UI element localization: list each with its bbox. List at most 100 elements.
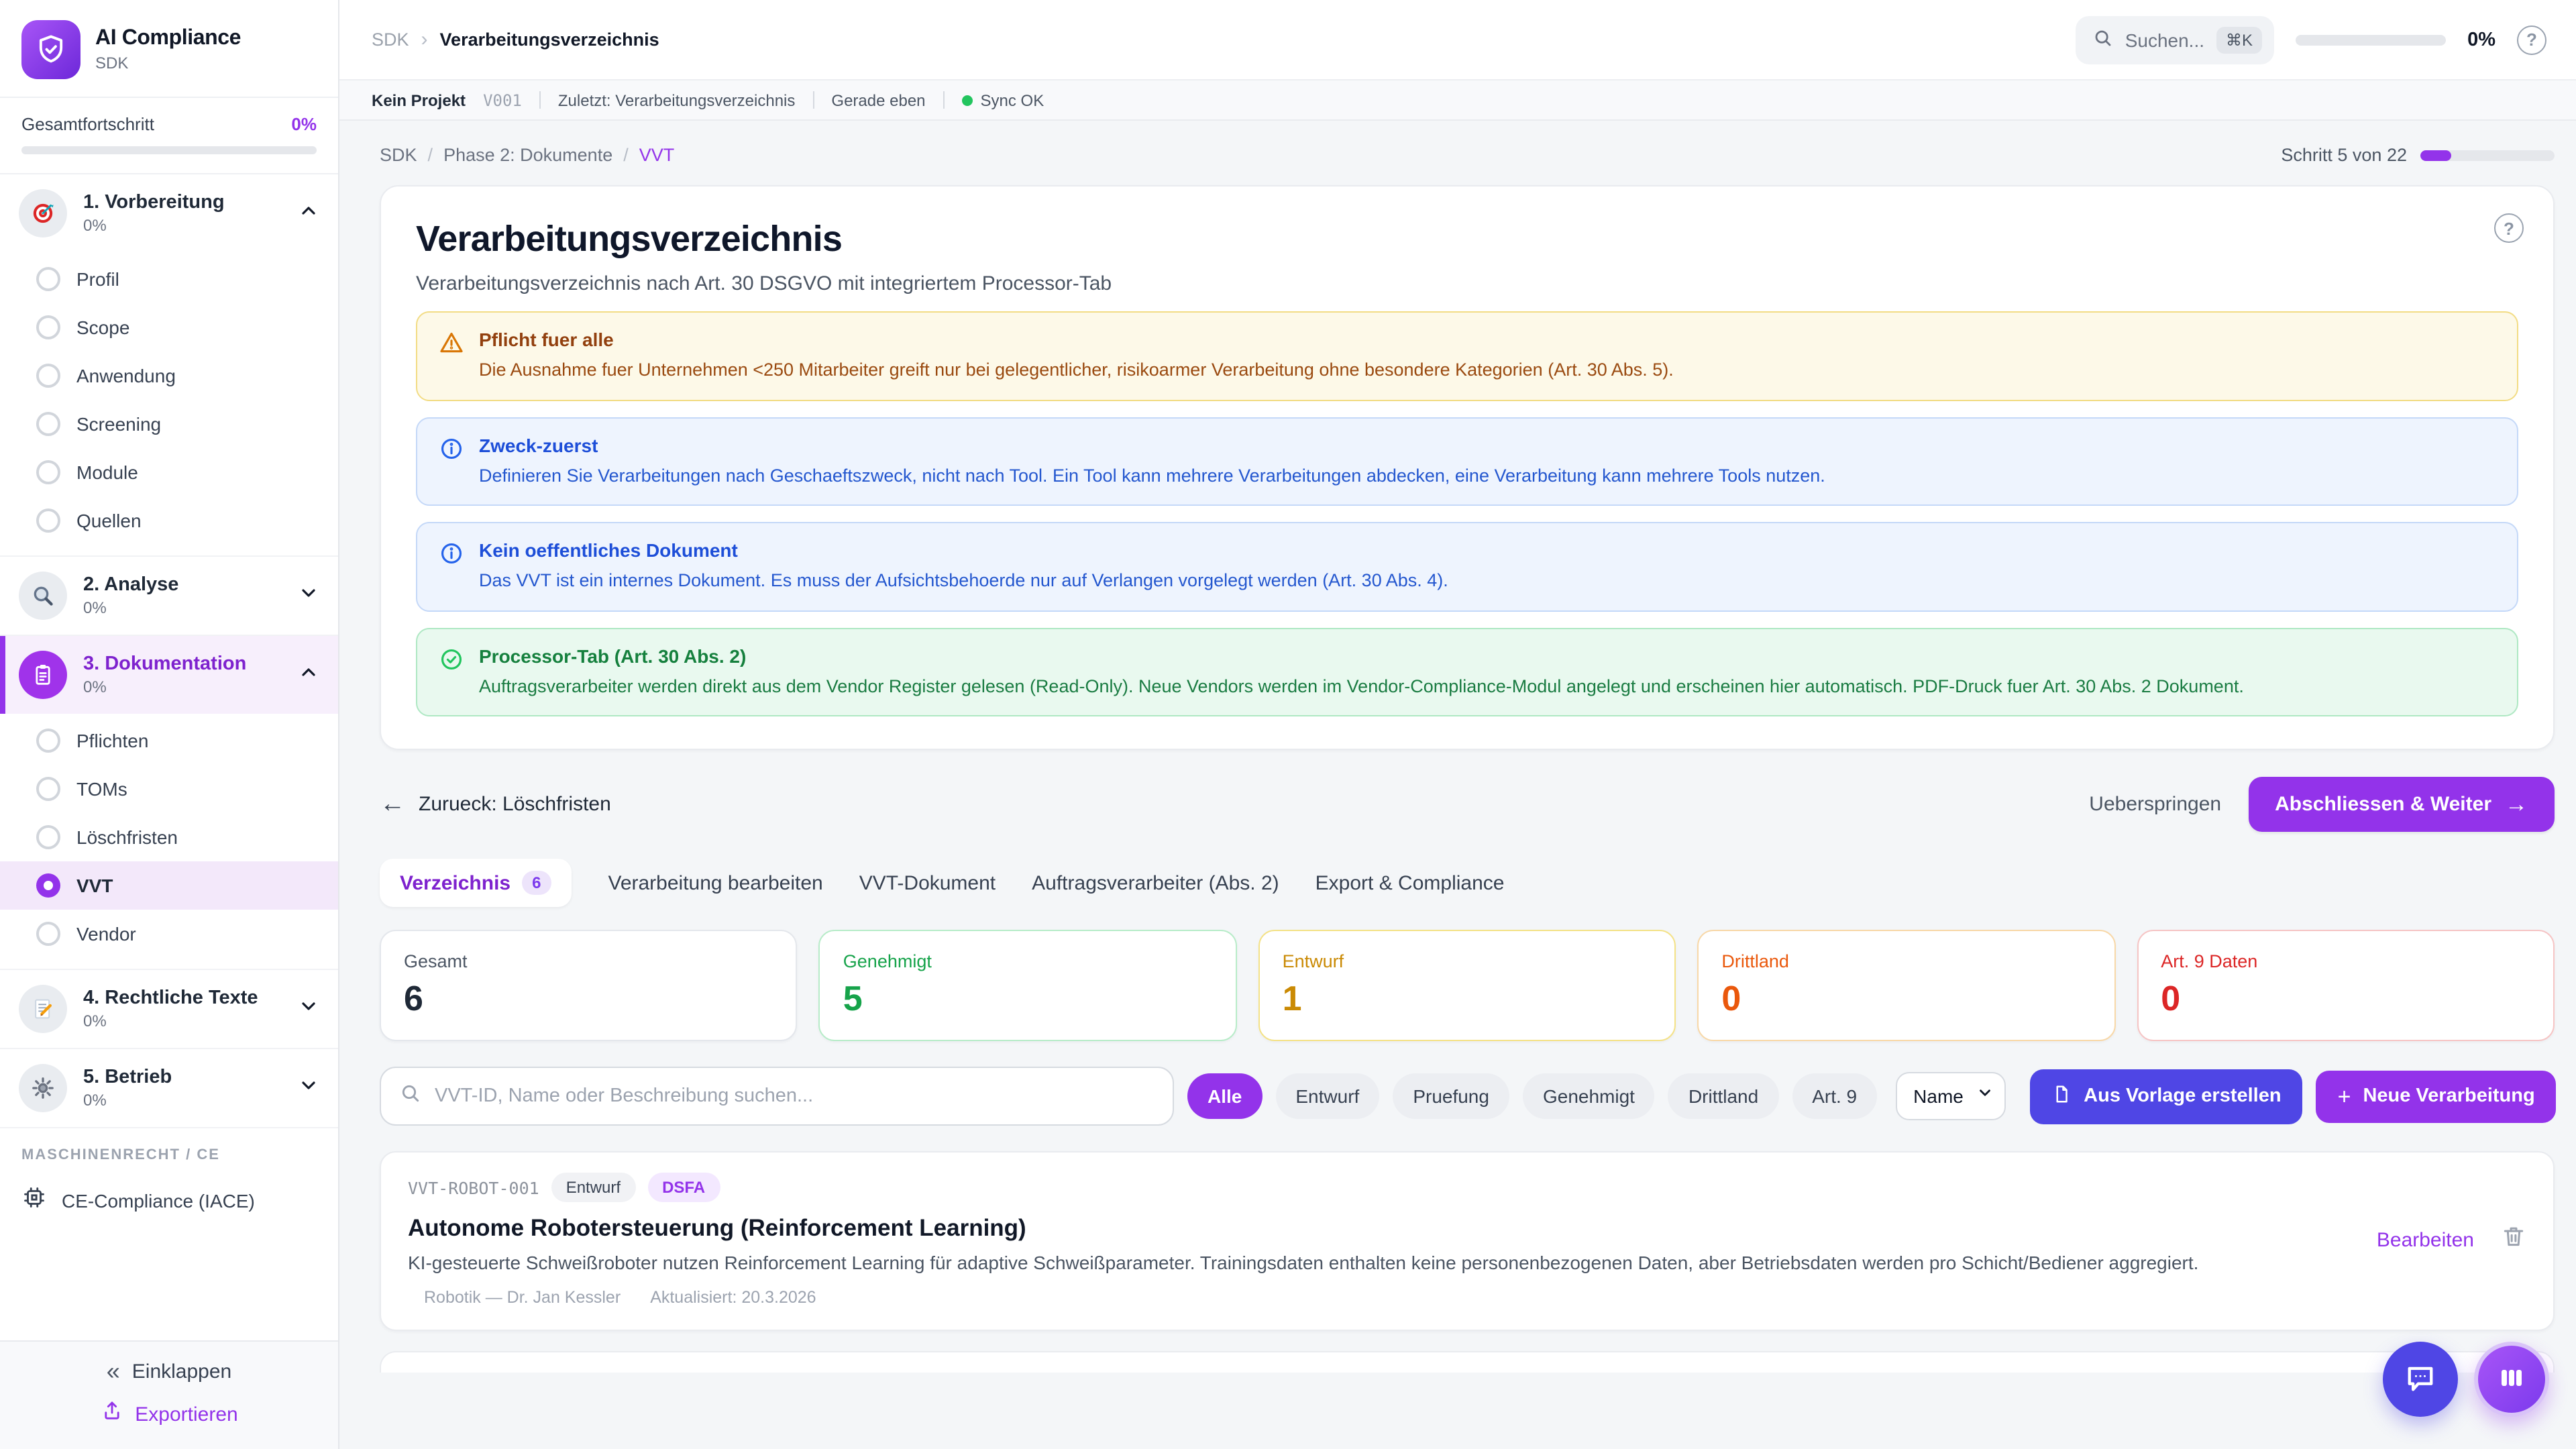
warning-triangle-icon bbox=[439, 330, 464, 383]
alert-body: Auftragsverarbeiter werden direkt aus de… bbox=[479, 673, 2244, 699]
columns-fab-button[interactable] bbox=[2474, 1342, 2549, 1417]
sidebar-item-ce-compliance[interactable]: CE-Compliance (IACE) bbox=[0, 1171, 338, 1233]
tab-count-badge: 6 bbox=[521, 871, 551, 896]
radio-icon bbox=[36, 267, 60, 291]
tab-export-compliance[interactable]: Export & Compliance bbox=[1316, 860, 1505, 907]
record-card-vvt-robot-001[interactable]: VVT-ROBOT-001 Entwurf DSFA Autonome Robo… bbox=[380, 1152, 2555, 1332]
sidebar-item-scope[interactable]: Scope bbox=[0, 303, 338, 352]
edit-button[interactable]: Bearbeiten bbox=[2377, 1229, 2474, 1252]
stat-card-entwurf: Entwurf 1 bbox=[1258, 930, 1676, 1042]
complete-continue-button[interactable]: Abschliessen & Weiter → bbox=[2248, 777, 2555, 833]
radio-icon bbox=[36, 922, 60, 946]
gear-icon bbox=[19, 1064, 67, 1112]
sync-ok-dot-icon bbox=[962, 95, 973, 105]
last-activity: Zuletzt: Verarbeitungsverzeichnis bbox=[558, 91, 796, 109]
chevron-up-icon bbox=[298, 199, 319, 227]
sidebar-item-screening[interactable]: Screening bbox=[0, 400, 338, 448]
help-icon[interactable]: ? bbox=[2494, 213, 2524, 243]
filter-chip-entwurf[interactable]: Entwurf bbox=[1275, 1074, 1379, 1120]
project-status: Kein Projekt bbox=[372, 91, 466, 109]
alert-body: Die Ausnahme fuer Unternehmen <250 Mitar… bbox=[479, 357, 1674, 383]
alert-body: Das VVT ist ein internes Dokument. Es mu… bbox=[479, 568, 1448, 594]
record-id: VVT-ROBOT-001 bbox=[408, 1178, 539, 1198]
phase-header-vorbereitung[interactable]: 1. Vorbereitung 0% bbox=[0, 174, 338, 252]
export-button[interactable]: Exportieren bbox=[19, 1399, 319, 1429]
tab-vvt-dokument[interactable]: VVT-Dokument bbox=[859, 860, 996, 907]
sidebar-item-vvt[interactable]: VVT bbox=[0, 861, 338, 910]
stat-card-art9: Art. 9 Daten 0 bbox=[2137, 930, 2555, 1042]
alert-info: Kein oeffentliches Dokument Das VVT ist … bbox=[416, 522, 2518, 611]
create-from-template-button[interactable]: Aus Vorlage erstellen bbox=[2030, 1069, 2302, 1124]
upload-icon bbox=[100, 1399, 123, 1429]
tab-auftragsverarbeiter[interactable]: Auftragsverarbeiter (Abs. 2) bbox=[1032, 860, 1279, 907]
app-title: AI Compliance bbox=[95, 27, 241, 51]
arrow-left-icon: ← bbox=[380, 792, 405, 818]
phase-percent: 0% bbox=[83, 216, 282, 235]
filter-chip-alle[interactable]: Alle bbox=[1187, 1074, 1262, 1120]
sidebar-item-profil[interactable]: Profil bbox=[0, 255, 338, 303]
sidebar-item-pflichten[interactable]: Pflichten bbox=[0, 716, 338, 765]
breadcrumb: SDK › Verarbeitungsverzeichnis bbox=[372, 28, 659, 51]
help-icon[interactable]: ? bbox=[2517, 25, 2546, 54]
chat-fab-button[interactable] bbox=[2383, 1342, 2458, 1417]
overall-progress-label: Gesamtfortschritt bbox=[21, 114, 154, 134]
phase-header-dokumentation[interactable]: 3. Dokumentation 0% bbox=[0, 636, 338, 714]
collapse-sidebar-button[interactable]: « Einklappen bbox=[19, 1359, 319, 1383]
new-processing-button[interactable]: + Neue Verarbeitung bbox=[2316, 1071, 2557, 1123]
sidebar-item-quellen[interactable]: Quellen bbox=[0, 496, 338, 545]
version-badge: V001 bbox=[483, 91, 522, 109]
crumb-sdk[interactable]: SDK bbox=[380, 145, 417, 165]
alert-title: Zweck-zuerst bbox=[479, 434, 1825, 455]
phase-percent: 0% bbox=[83, 1091, 282, 1110]
sidebar-item-loeschfristen[interactable]: Löschfristen bbox=[0, 813, 338, 861]
sidebar-section-label: MASCHINENRECHT / CE bbox=[0, 1128, 338, 1171]
sidebar-item-toms[interactable]: TOMs bbox=[0, 765, 338, 813]
alert-title: Kein oeffentliches Dokument bbox=[479, 539, 1448, 561]
phase-title: 4. Rechtliche Texte bbox=[83, 987, 282, 1009]
page-content[interactable]: SDK / Phase 2: Dokumente / VVT Schritt 5… bbox=[339, 121, 2576, 1449]
sidebar-item-module[interactable]: Module bbox=[0, 448, 338, 496]
radio-icon bbox=[36, 777, 60, 801]
arrow-right-icon: → bbox=[2505, 794, 2528, 816]
next-record-card[interactable] bbox=[380, 1352, 2555, 1373]
radio-selected-icon bbox=[36, 873, 60, 898]
clipboard-icon bbox=[19, 651, 67, 699]
stat-card-drittland: Drittland 0 bbox=[1697, 930, 2115, 1042]
dsfa-badge: DSFA bbox=[647, 1173, 720, 1203]
trash-icon[interactable] bbox=[2501, 1224, 2526, 1256]
back-button[interactable]: ← Zurueck: Löschfristen bbox=[380, 792, 611, 818]
filter-chip-drittland[interactable]: Drittland bbox=[1668, 1074, 1778, 1120]
tab-verzeichnis[interactable]: Verzeichnis 6 bbox=[380, 859, 572, 908]
search-input[interactable] bbox=[435, 1086, 1154, 1108]
filter-chip-genehmigt[interactable]: Genehmigt bbox=[1523, 1074, 1655, 1120]
sidebar-item-vendor[interactable]: Vendor bbox=[0, 910, 338, 958]
status-badge: Entwurf bbox=[551, 1173, 635, 1203]
phase-header-rechtliche-texte[interactable]: 4. Rechtliche Texte 0% bbox=[0, 970, 338, 1048]
double-chevron-left-icon: « bbox=[107, 1359, 120, 1383]
sidebar-phase-dokumentation: 3. Dokumentation 0% Pflichten TOMs Lösch… bbox=[0, 636, 338, 970]
filter-chip-pruefung[interactable]: Pruefung bbox=[1393, 1074, 1509, 1120]
magnifier-icon bbox=[19, 572, 67, 620]
phase-header-analyse[interactable]: 2. Analyse 0% bbox=[0, 557, 338, 635]
record-owner: Robotik — Dr. Jan Kessler bbox=[424, 1289, 621, 1307]
tab-bar: Verzeichnis 6 Verarbeitung bearbeiten VV… bbox=[380, 859, 2555, 908]
document-icon bbox=[2051, 1084, 2072, 1110]
sort-select[interactable]: Name bbox=[1896, 1073, 2006, 1121]
phase-header-betrieb[interactable]: 5. Betrieb 0% bbox=[0, 1049, 338, 1127]
skip-button[interactable]: Ueberspringen bbox=[2089, 794, 2221, 816]
breadcrumb-root[interactable]: SDK bbox=[372, 30, 409, 50]
filter-chip-art9[interactable]: Art. 9 bbox=[1792, 1074, 1877, 1120]
chevron-down-icon bbox=[298, 1074, 319, 1102]
breadcrumb-current: Verarbeitungsverzeichnis bbox=[440, 30, 659, 50]
tab-verarbeitung-bearbeiten[interactable]: Verarbeitung bearbeiten bbox=[608, 860, 822, 907]
shield-logo-icon bbox=[21, 20, 80, 79]
chevron-down-icon bbox=[298, 995, 319, 1023]
global-search-button[interactable]: Suchen... ⌘K bbox=[2076, 15, 2274, 64]
record-search bbox=[380, 1067, 1174, 1126]
app-window: AI Compliance SDK Gesamtfortschritt 0% bbox=[0, 0, 2576, 1449]
crumb-phase[interactable]: Phase 2: Dokumente bbox=[443, 145, 612, 165]
overall-progress: Gesamtfortschritt 0% bbox=[0, 98, 338, 174]
sidebar-item-anwendung[interactable]: Anwendung bbox=[0, 352, 338, 400]
record-title: Autonome Robotersteuerung (Reinforcement… bbox=[408, 1215, 2355, 1243]
status-bar: Kein Projekt V001 Zuletzt: Verarbeitungs… bbox=[339, 80, 2576, 121]
